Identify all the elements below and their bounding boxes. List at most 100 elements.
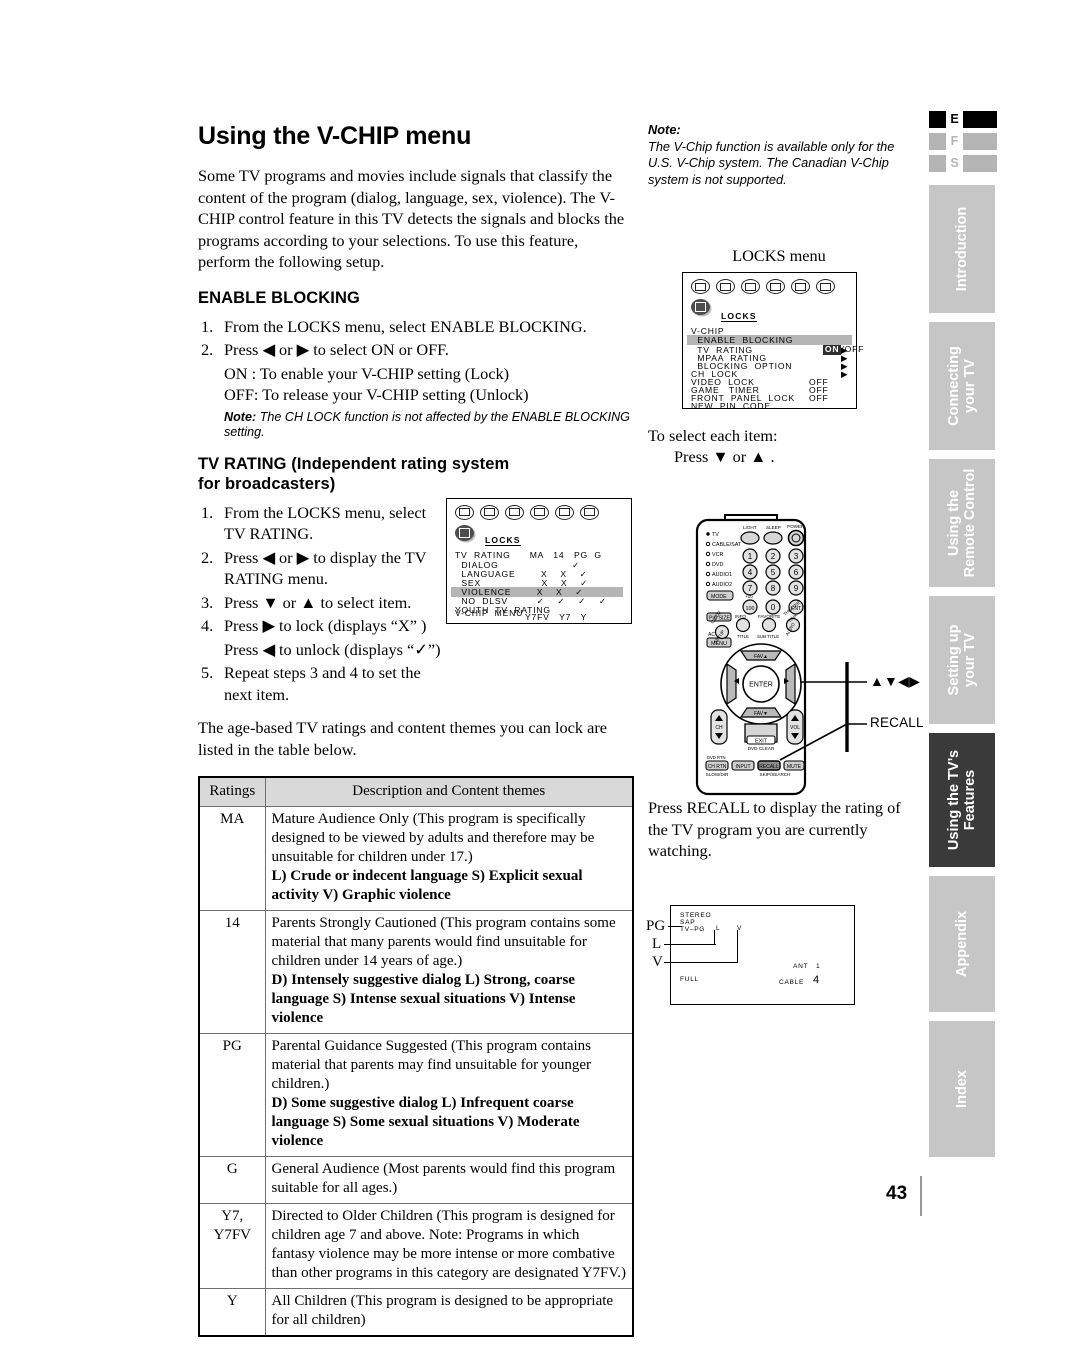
tv-rating-steps: 1. From the LOCKS menu, select TV RATING… <box>198 502 448 706</box>
marker-row-s: S <box>929 154 997 173</box>
svg-text:6: 6 <box>794 568 799 577</box>
setup-icon <box>555 504 574 520</box>
svg-text:CH: CH <box>715 725 723 731</box>
description-cell: Parental Guidance Suggested (This progra… <box>264 1033 634 1157</box>
chevron-right-icon: ▶ <box>841 369 849 379</box>
step-number: 1. <box>201 502 214 522</box>
column-header-description: Description and Content themes <box>264 776 634 807</box>
content-themes-text: L) Crude or indecent language S) Explici… <box>271 868 583 903</box>
osd-icon-row <box>447 499 631 520</box>
marker-block-left <box>929 133 946 150</box>
svg-text:DVD·CLEAR: DVD·CLEAR <box>748 746 775 751</box>
marker-letter-f: F <box>950 134 959 148</box>
marker-block-left <box>929 111 946 128</box>
column-header-ratings: Ratings <box>198 776 266 807</box>
svg-text:INFO: INFO <box>735 614 746 619</box>
sidebar-item-using-the-remote-control[interactable]: Using the Remote Control <box>929 459 995 587</box>
osd-tv-pg: TV–PG <box>680 926 706 933</box>
setup-icon <box>791 279 810 294</box>
leader-line-v-vert <box>737 930 739 963</box>
osd-line-new-pin-code: NEW PIN CODE <box>691 401 771 411</box>
leader-line-l-vert <box>714 930 716 945</box>
recall-paragraph: Press RECALL to display the rating of th… <box>648 798 901 860</box>
tv-rating-heading: TV RATING (Independent rating system for… <box>198 454 510 493</box>
step-text: From the LOCKS menu, select ENABLE BLOCK… <box>224 316 587 336</box>
note-label: Note: <box>648 122 681 137</box>
step-number: 2. <box>201 340 214 359</box>
svg-text:7: 7 <box>748 584 753 593</box>
step-number: 2. <box>201 547 214 567</box>
enable-blocking-steps: 1. From the LOCKS menu, select ENABLE BL… <box>198 316 634 361</box>
note-label: Note: <box>224 409 257 424</box>
sidebar-item-connecting-your-tv[interactable]: Connecting your TV <box>929 322 995 450</box>
callout-arrow-keys: ▲▼◀▶ <box>870 673 921 689</box>
callout-recall: RECALL <box>870 715 924 730</box>
marker-letter-s: S <box>950 156 959 170</box>
osd-icon-row <box>683 273 856 294</box>
osd-enable-value: ON <box>822 344 842 355</box>
svg-text:1: 1 <box>748 552 753 561</box>
osd-stereo: STEREO <box>680 912 712 919</box>
section-tabs-sidebar: E F S Introduction Connecting your TV Us… <box>929 110 997 1157</box>
description-text: Parents Strongly Cautioned (This program… <box>271 915 616 969</box>
step-number: 1. <box>201 316 214 336</box>
picture-icon <box>691 279 710 294</box>
tv-callout-l: L <box>652 936 662 952</box>
osd-menu-title: LOCKS <box>485 534 521 546</box>
svg-text:ENTER: ENTER <box>749 682 773 689</box>
locks-icon <box>816 279 835 294</box>
sidebar-item-label: Setting up your TV <box>946 624 978 696</box>
description-text: Mature Audience Only (This program is sp… <box>271 811 595 865</box>
sidebar-item-appendix[interactable]: Appendix <box>929 876 995 1012</box>
table-row: MA Mature Audience Only (This program is… <box>198 806 634 911</box>
sidebar-item-using-the-tvs-features[interactable]: Using the TV’s Features <box>929 733 995 867</box>
svg-text:8: 8 <box>771 584 776 593</box>
step-text: From the LOCKS menu, select TV RATING. <box>224 502 427 544</box>
svg-text:SLEEP: SLEEP <box>766 525 781 530</box>
remote-control-illustration: TV CABLE/SAT VCR DVD AUDIO1 AUDIO2 MODE … <box>695 512 924 797</box>
marker-block-right <box>963 133 997 150</box>
marker-block-right <box>963 111 997 128</box>
tv-callout-pg: PG <box>646 918 666 934</box>
description-cell: General Audience (Most parents would fin… <box>264 1156 634 1204</box>
rating-cell: MA <box>198 806 266 911</box>
sidebar-item-label: Using the TV’s Features <box>946 749 978 851</box>
svg-text:AUDIO2: AUDIO2 <box>712 582 732 588</box>
marker-letter-e: E <box>950 112 959 126</box>
content-themes-text: D) Intensely suggestive dialog L) Strong… <box>271 972 576 1026</box>
table-row: Y All Children (This program is designed… <box>198 1288 634 1337</box>
step-4-unlock: Press ◀ to unlock (displays “✓”) <box>224 639 441 659</box>
description-cell: All Children (This program is designed t… <box>264 1288 634 1337</box>
table-row: G General Audience (Most parents would f… <box>198 1156 634 1204</box>
svg-text:9: 9 <box>794 584 799 593</box>
note-text: The CH LOCK function is not affected by … <box>224 409 630 440</box>
svg-text:+10: +10 <box>745 594 753 599</box>
description-text: Directed to Older Children (This program… <box>271 1208 627 1281</box>
osd-enable-value-group: ON/OFF <box>791 336 864 364</box>
svg-text:4: 4 <box>748 568 753 577</box>
manual-page: Using the V-CHIP menu Some TV programs a… <box>0 0 1080 1349</box>
sidebar-item-setting-up-your-tv[interactable]: Setting up your TV <box>929 596 995 724</box>
list-item: 1. From the LOCKS menu, select ENABLE BL… <box>198 316 634 338</box>
description-cell: Parents Strongly Cautioned (This program… <box>264 910 634 1034</box>
table-header-row: Ratings Description and Content themes <box>198 776 634 807</box>
svg-text:TITLE: TITLE <box>737 634 749 639</box>
sidebar-item-index[interactable]: Index <box>929 1021 995 1157</box>
svg-text:2: 2 <box>771 552 776 561</box>
osd-full: FULL <box>680 976 699 983</box>
sidebar-item-label: Connecting your TV <box>946 346 978 426</box>
content-themes-text: D) Some suggestive dialog L) Infrequent … <box>271 1095 580 1149</box>
note-text: The V-Chip function is available only fo… <box>648 138 895 187</box>
sidebar-item-introduction[interactable]: Introduction <box>929 185 995 313</box>
osd-rating-header: TV RATING MA 14 PG G <box>455 549 602 560</box>
rating-cell: G <box>198 1156 266 1204</box>
osd-cable: CABLE <box>779 979 805 986</box>
svg-text:SKIP/SEARCH: SKIP/SEARCH <box>760 772 791 777</box>
step-text: Press ◀ or ▶ to display the TV RATING me… <box>224 547 427 589</box>
leader-line-l <box>664 944 716 946</box>
osd-footer: V-CHIP MENU <box>455 608 524 619</box>
video-icon <box>741 279 760 294</box>
locks-icon <box>580 504 599 520</box>
svg-text:FAV▲: FAV▲ <box>754 654 768 660</box>
vchip-availability-note: Note: The V-Chip function is available o… <box>648 122 910 188</box>
